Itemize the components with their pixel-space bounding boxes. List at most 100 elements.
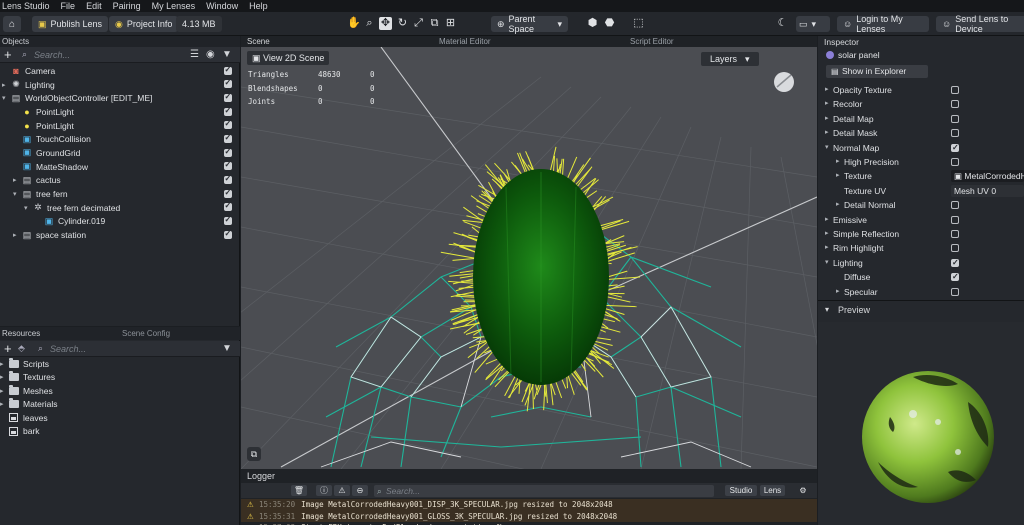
chevron-right-icon[interactable]: ▸ (825, 126, 829, 140)
inspector-checkbox[interactable] (951, 230, 959, 238)
inspector-checkbox[interactable] (951, 141, 959, 155)
pointer-icon[interactable]: ⬚ (632, 17, 645, 30)
enable-checkbox[interactable] (224, 215, 232, 226)
enable-checkbox[interactable] (224, 201, 232, 212)
tab-script-editor[interactable]: Script Editor (630, 37, 674, 46)
enable-checkbox[interactable] (224, 92, 232, 102)
chevron-right-icon[interactable]: ▸ (836, 198, 840, 212)
menu-item-window[interactable]: Window (206, 1, 238, 11)
list-item[interactable]: ▸ Textures (0, 371, 240, 385)
scale-tool-icon[interactable]: ⤢ (412, 17, 425, 30)
enable-checkbox[interactable] (224, 147, 232, 157)
show-in-explorer-button[interactable]: Show in Explorer (826, 65, 928, 78)
chevron-down-icon[interactable]: ▾ (825, 256, 829, 270)
rotate-tool-icon[interactable]: ↻ (396, 17, 409, 30)
parent-space-dropdown[interactable]: ⊕ Parent Space ▾ (491, 14, 568, 34)
warning-filter-button[interactable]: ⚠ (334, 485, 350, 496)
enable-checkbox[interactable] (224, 119, 232, 130)
login-button[interactable]: ☺ Login to My Lenses (837, 14, 929, 34)
inspector-checkbox[interactable] (951, 114, 959, 123)
move-tool-icon[interactable]: ✥ (379, 17, 392, 30)
filter-icon[interactable]: ▼ (222, 343, 232, 354)
texture-uv-select[interactable]: Mesh UV 0 (951, 184, 1024, 197)
menu-item-help[interactable]: Help (249, 1, 268, 11)
chevron-right-icon[interactable]: ▸ (825, 97, 829, 111)
rect-tool-icon[interactable]: ⧉ (428, 17, 441, 30)
gear-icon[interactable]: ⚙ (795, 485, 811, 496)
snap-tool-icon[interactable]: ⊞ (444, 17, 457, 30)
tree-item[interactable]: ▸ ✺ Lighting (0, 78, 240, 92)
list-item[interactable]: ▸ Materials (0, 398, 240, 412)
send-lens-button[interactable]: ☺ Send Lens to Device (936, 14, 1024, 34)
chevron-right-icon[interactable]: ▸ (0, 373, 9, 381)
theme-moon-icon[interactable]: ☾ (776, 17, 789, 30)
tree-item[interactable]: ▣ Cylinder.019 (0, 215, 240, 229)
tab-scene-config[interactable]: Scene Config (122, 329, 170, 338)
lens-filter-button[interactable]: Lens (760, 485, 785, 496)
chevron-right-icon[interactable]: ▸ (2, 81, 10, 89)
chevron-right-icon[interactable]: ▸ (0, 360, 9, 368)
chevron-down-icon[interactable]: ▾ (825, 141, 829, 155)
add-object-button[interactable]: + (4, 47, 12, 62)
list-view-icon[interactable]: ☰ (190, 49, 199, 60)
tree-item[interactable]: ▾ ✲ tree fern decimated (0, 201, 240, 215)
info-filter-button[interactable]: ⓘ (316, 485, 332, 496)
chevron-right-icon[interactable]: ▸ (825, 112, 829, 126)
objects-search-input[interactable]: Search... (34, 50, 70, 60)
scene-camera-button[interactable]: ⧉ (247, 447, 261, 461)
preview-device-dropdown[interactable]: ▭ ▾ (796, 16, 830, 32)
tree-item[interactable]: ▸ ▤ space station (0, 228, 240, 242)
tree-item[interactable]: ● PointLight (0, 105, 240, 119)
chevron-right-icon[interactable]: ▸ (13, 176, 21, 184)
zoom-tool-icon[interactable]: ⌕ (363, 17, 376, 30)
hand-tool-icon[interactable]: ✋ (347, 17, 361, 30)
inspector-checkbox[interactable] (951, 215, 959, 224)
tab-material-editor[interactable]: Material Editor (439, 37, 491, 46)
tree-item[interactable]: ▾ ▤ tree fern (0, 187, 240, 201)
import-icon[interactable]: ⬘ (18, 343, 25, 354)
chevron-right-icon[interactable]: ▸ (836, 285, 840, 299)
menu-item-lens-studio[interactable]: Lens Studio (2, 1, 50, 11)
add-resource-button[interactable]: + (4, 341, 12, 356)
list-item[interactable]: ▸ Meshes (0, 384, 240, 398)
chevron-right-icon[interactable]: ▸ (825, 241, 829, 255)
chevron-right-icon[interactable]: ▸ (825, 227, 829, 241)
enable-checkbox[interactable] (224, 229, 232, 239)
chevron-right-icon[interactable]: ▸ (836, 169, 840, 183)
inspector-checkbox[interactable] (951, 158, 959, 166)
tree-item[interactable]: ◙ Camera (0, 64, 240, 78)
inspector-checkbox[interactable] (951, 201, 959, 210)
menu-item-edit[interactable]: Edit (86, 1, 102, 11)
chevron-down-icon[interactable]: ▾ (13, 190, 21, 198)
inspector-checkbox[interactable] (951, 86, 959, 94)
chevron-right-icon[interactable]: ▸ (825, 213, 829, 227)
chevron-right-icon[interactable]: ▸ (0, 400, 9, 408)
clear-log-button[interactable]: 🗑 (291, 485, 307, 496)
layers-dropdown[interactable]: Layers ▾ (701, 52, 759, 66)
inspector-checkbox[interactable] (951, 256, 959, 270)
texture-field[interactable]: ▣ MetalCorrodedHeavy (951, 170, 1024, 183)
chevron-down-icon[interactable]: ▾ (2, 94, 10, 102)
enable-checkbox[interactable] (224, 65, 232, 75)
scene-viewport[interactable]: ▣ View 2D Scene Layers ▾ Triangles 48630 0 B… (241, 47, 817, 469)
chevron-down-icon[interactable]: ▾ (24, 204, 32, 212)
inspector-checkbox[interactable] (951, 287, 959, 296)
tree-item[interactable]: ▸ ▤ cactus (0, 174, 240, 188)
orientation-gizmo[interactable] (774, 72, 794, 92)
project-info-button[interactable]: ◉ Project Info (109, 16, 179, 32)
enable-checkbox[interactable] (224, 188, 232, 198)
enable-checkbox[interactable] (224, 133, 232, 143)
inspector-checkbox[interactable] (951, 100, 959, 109)
publish-lens-button[interactable]: ▣ Publish Lens (32, 16, 109, 32)
chevron-right-icon[interactable]: ▸ (836, 155, 840, 169)
tree-item[interactable]: ▣ GroundGrid (0, 146, 240, 160)
enable-checkbox[interactable] (224, 160, 232, 171)
tree-item[interactable]: ▣ MatteShadow (0, 160, 240, 174)
enable-checkbox[interactable] (224, 106, 232, 116)
list-item[interactable]: leaves (0, 411, 240, 425)
list-item[interactable]: bark (0, 425, 240, 439)
resources-search-input[interactable]: Search... (50, 344, 86, 354)
menu-item-my-lenses[interactable]: My Lenses (152, 1, 196, 11)
tree-item[interactable]: ▾ ▤ WorldObjectController [EDIT_ME] (0, 91, 240, 105)
enable-checkbox[interactable] (224, 174, 232, 184)
